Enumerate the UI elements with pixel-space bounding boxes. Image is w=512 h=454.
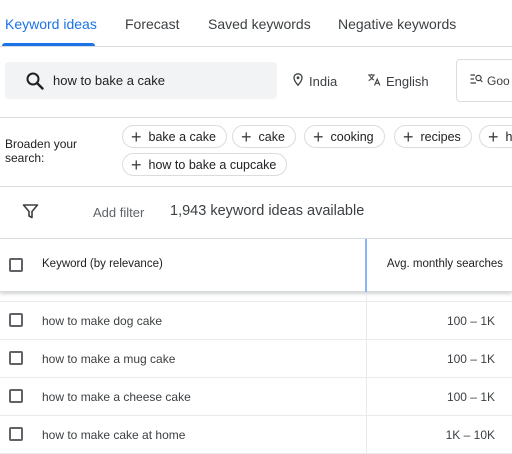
keyword-cell: how to make cake at home xyxy=(42,428,186,442)
language-selector[interactable]: English xyxy=(367,73,429,89)
chip-label: cake xyxy=(258,129,285,144)
column-divider xyxy=(365,239,367,292)
search-field[interactable] xyxy=(5,62,277,99)
avg-searches-cell: 100 – 1K xyxy=(446,352,495,366)
column-header-keyword[interactable]: Keyword (by relevance) xyxy=(42,258,163,270)
divider xyxy=(0,117,512,118)
plus-icon: + xyxy=(313,126,324,147)
chip-label: recipes xyxy=(420,129,461,144)
site-search-button[interactable]: Goo xyxy=(456,59,512,102)
chip-label: h xyxy=(505,129,512,144)
translate-icon xyxy=(367,73,381,89)
keyword-cell: how to make dog cake xyxy=(42,314,163,328)
plus-icon: + xyxy=(131,126,142,147)
chip-how-to-bake-a-cupcake[interactable]: + how to bake a cupcake xyxy=(122,153,288,176)
column-divider xyxy=(366,378,367,416)
keyword-ideas-count: 1,943 keyword ideas available xyxy=(170,203,365,219)
chip-label: bake a cake xyxy=(148,129,216,144)
chip-partial[interactable]: + h xyxy=(479,125,512,148)
row-checkbox[interactable] xyxy=(9,351,23,365)
chip-bake-a-cake[interactable]: + bake a cake xyxy=(122,125,227,148)
avg-searches-cell: 100 – 1K xyxy=(446,314,495,328)
plus-icon: + xyxy=(131,154,142,175)
tab-keyword-ideas[interactable]: Keyword ideas xyxy=(5,16,97,32)
avg-searches-cell: 100 – 1K xyxy=(446,390,495,404)
location-label: India xyxy=(309,73,338,89)
site-search-icon xyxy=(470,73,483,88)
broaden-search-label: Broaden your search: xyxy=(5,137,78,165)
tab-saved-keywords[interactable]: Saved keywords xyxy=(208,16,311,32)
chip-cake[interactable]: + cake xyxy=(232,125,296,148)
divider xyxy=(0,186,512,187)
filter-icon[interactable] xyxy=(22,203,39,220)
chip-label: how to bake a cupcake xyxy=(148,157,277,172)
tab-forecast[interactable]: Forecast xyxy=(125,16,179,32)
table-row[interactable]: how to make dog cake 100 – 1K xyxy=(0,302,512,340)
location-selector[interactable]: India xyxy=(293,73,337,89)
row-checkbox[interactable] xyxy=(9,389,23,403)
search-icon xyxy=(25,71,45,91)
site-search-label: Goo xyxy=(487,73,510,88)
plus-icon: + xyxy=(403,126,414,147)
tab-negative-keywords[interactable]: Negative keywords xyxy=(338,16,456,32)
select-all-checkbox[interactable] xyxy=(9,258,23,272)
avg-searches-cell: 1K – 10K xyxy=(445,428,495,442)
add-filter-button[interactable]: Add filter xyxy=(93,205,144,220)
search-input[interactable] xyxy=(53,70,268,91)
location-pin-icon xyxy=(293,73,303,89)
plus-icon: + xyxy=(488,126,499,147)
table-row[interactable]: how to make a mug cake 100 – 1K xyxy=(0,340,512,378)
chip-label: cooking xyxy=(330,129,374,144)
table-row[interactable]: how to make a cheese cake 100 – 1K xyxy=(0,378,512,416)
column-divider xyxy=(366,416,367,454)
keyword-cell: how to make a cheese cake xyxy=(42,390,191,404)
keyword-cell: how to make a mug cake xyxy=(42,352,176,366)
table-header: Keyword (by relevance) Avg. monthly sear… xyxy=(0,238,512,292)
table-row[interactable]: how to make cake at home 1K – 10K xyxy=(0,416,512,454)
column-header-avg-monthly-searches[interactable]: Avg. monthly searches xyxy=(387,258,503,270)
column-divider xyxy=(366,340,367,378)
language-label: English xyxy=(386,73,429,89)
chip-cooking[interactable]: + cooking xyxy=(304,125,385,148)
row-checkbox[interactable] xyxy=(9,313,23,327)
row-checkbox[interactable] xyxy=(9,427,23,441)
active-tab-indicator xyxy=(2,43,95,46)
column-divider xyxy=(366,302,367,340)
chip-recipes[interactable]: + recipes xyxy=(394,125,472,148)
plus-icon: + xyxy=(241,126,252,147)
tab-bar: Keyword ideas Forecast Saved keywords Ne… xyxy=(0,0,512,47)
